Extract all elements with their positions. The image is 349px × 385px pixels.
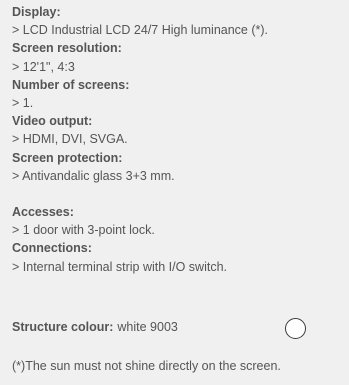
screens-label: Number of screens: bbox=[12, 77, 130, 92]
display-label: Display: bbox=[12, 5, 61, 19]
connections-label: Connections: bbox=[12, 241, 92, 256]
specs-list: Display: > LCD Industrial LCD 24/7 High … bbox=[12, 3, 346, 276]
screens-value: > 1. bbox=[12, 95, 34, 110]
structure-colour-row: Structure colour: white 9003 bbox=[12, 318, 178, 336]
colour-swatch[interactable] bbox=[285, 318, 306, 339]
accesses-value: > 1 door with 3-point lock. bbox=[12, 223, 155, 238]
footnote: (*)The sun must not shine directly on th… bbox=[12, 359, 281, 373]
connections-value: > Internal terminal strip with I/O switc… bbox=[12, 259, 228, 274]
display-value: > LCD Industrial LCD 24/7 High luminance… bbox=[12, 23, 269, 38]
screen-protection-label: Screen protection: bbox=[12, 150, 123, 165]
video-output-label: Video output: bbox=[12, 114, 93, 129]
accesses-label: Accesses: bbox=[12, 205, 74, 220]
structure-colour-value: white 9003 bbox=[117, 320, 178, 334]
screen-protection-value: > Antivandalic glass 3+3 mm. bbox=[12, 168, 175, 183]
resolution-label: Screen resolution: bbox=[12, 41, 122, 56]
video-output-value: > HDMI, DVI, SVGA. bbox=[12, 132, 128, 147]
product-specs-panel: Display: > LCD Industrial LCD 24/7 High … bbox=[0, 0, 349, 385]
structure-colour-label: Structure colour: bbox=[12, 320, 114, 334]
resolution-value: > 12'1", 4:3 bbox=[12, 59, 75, 74]
